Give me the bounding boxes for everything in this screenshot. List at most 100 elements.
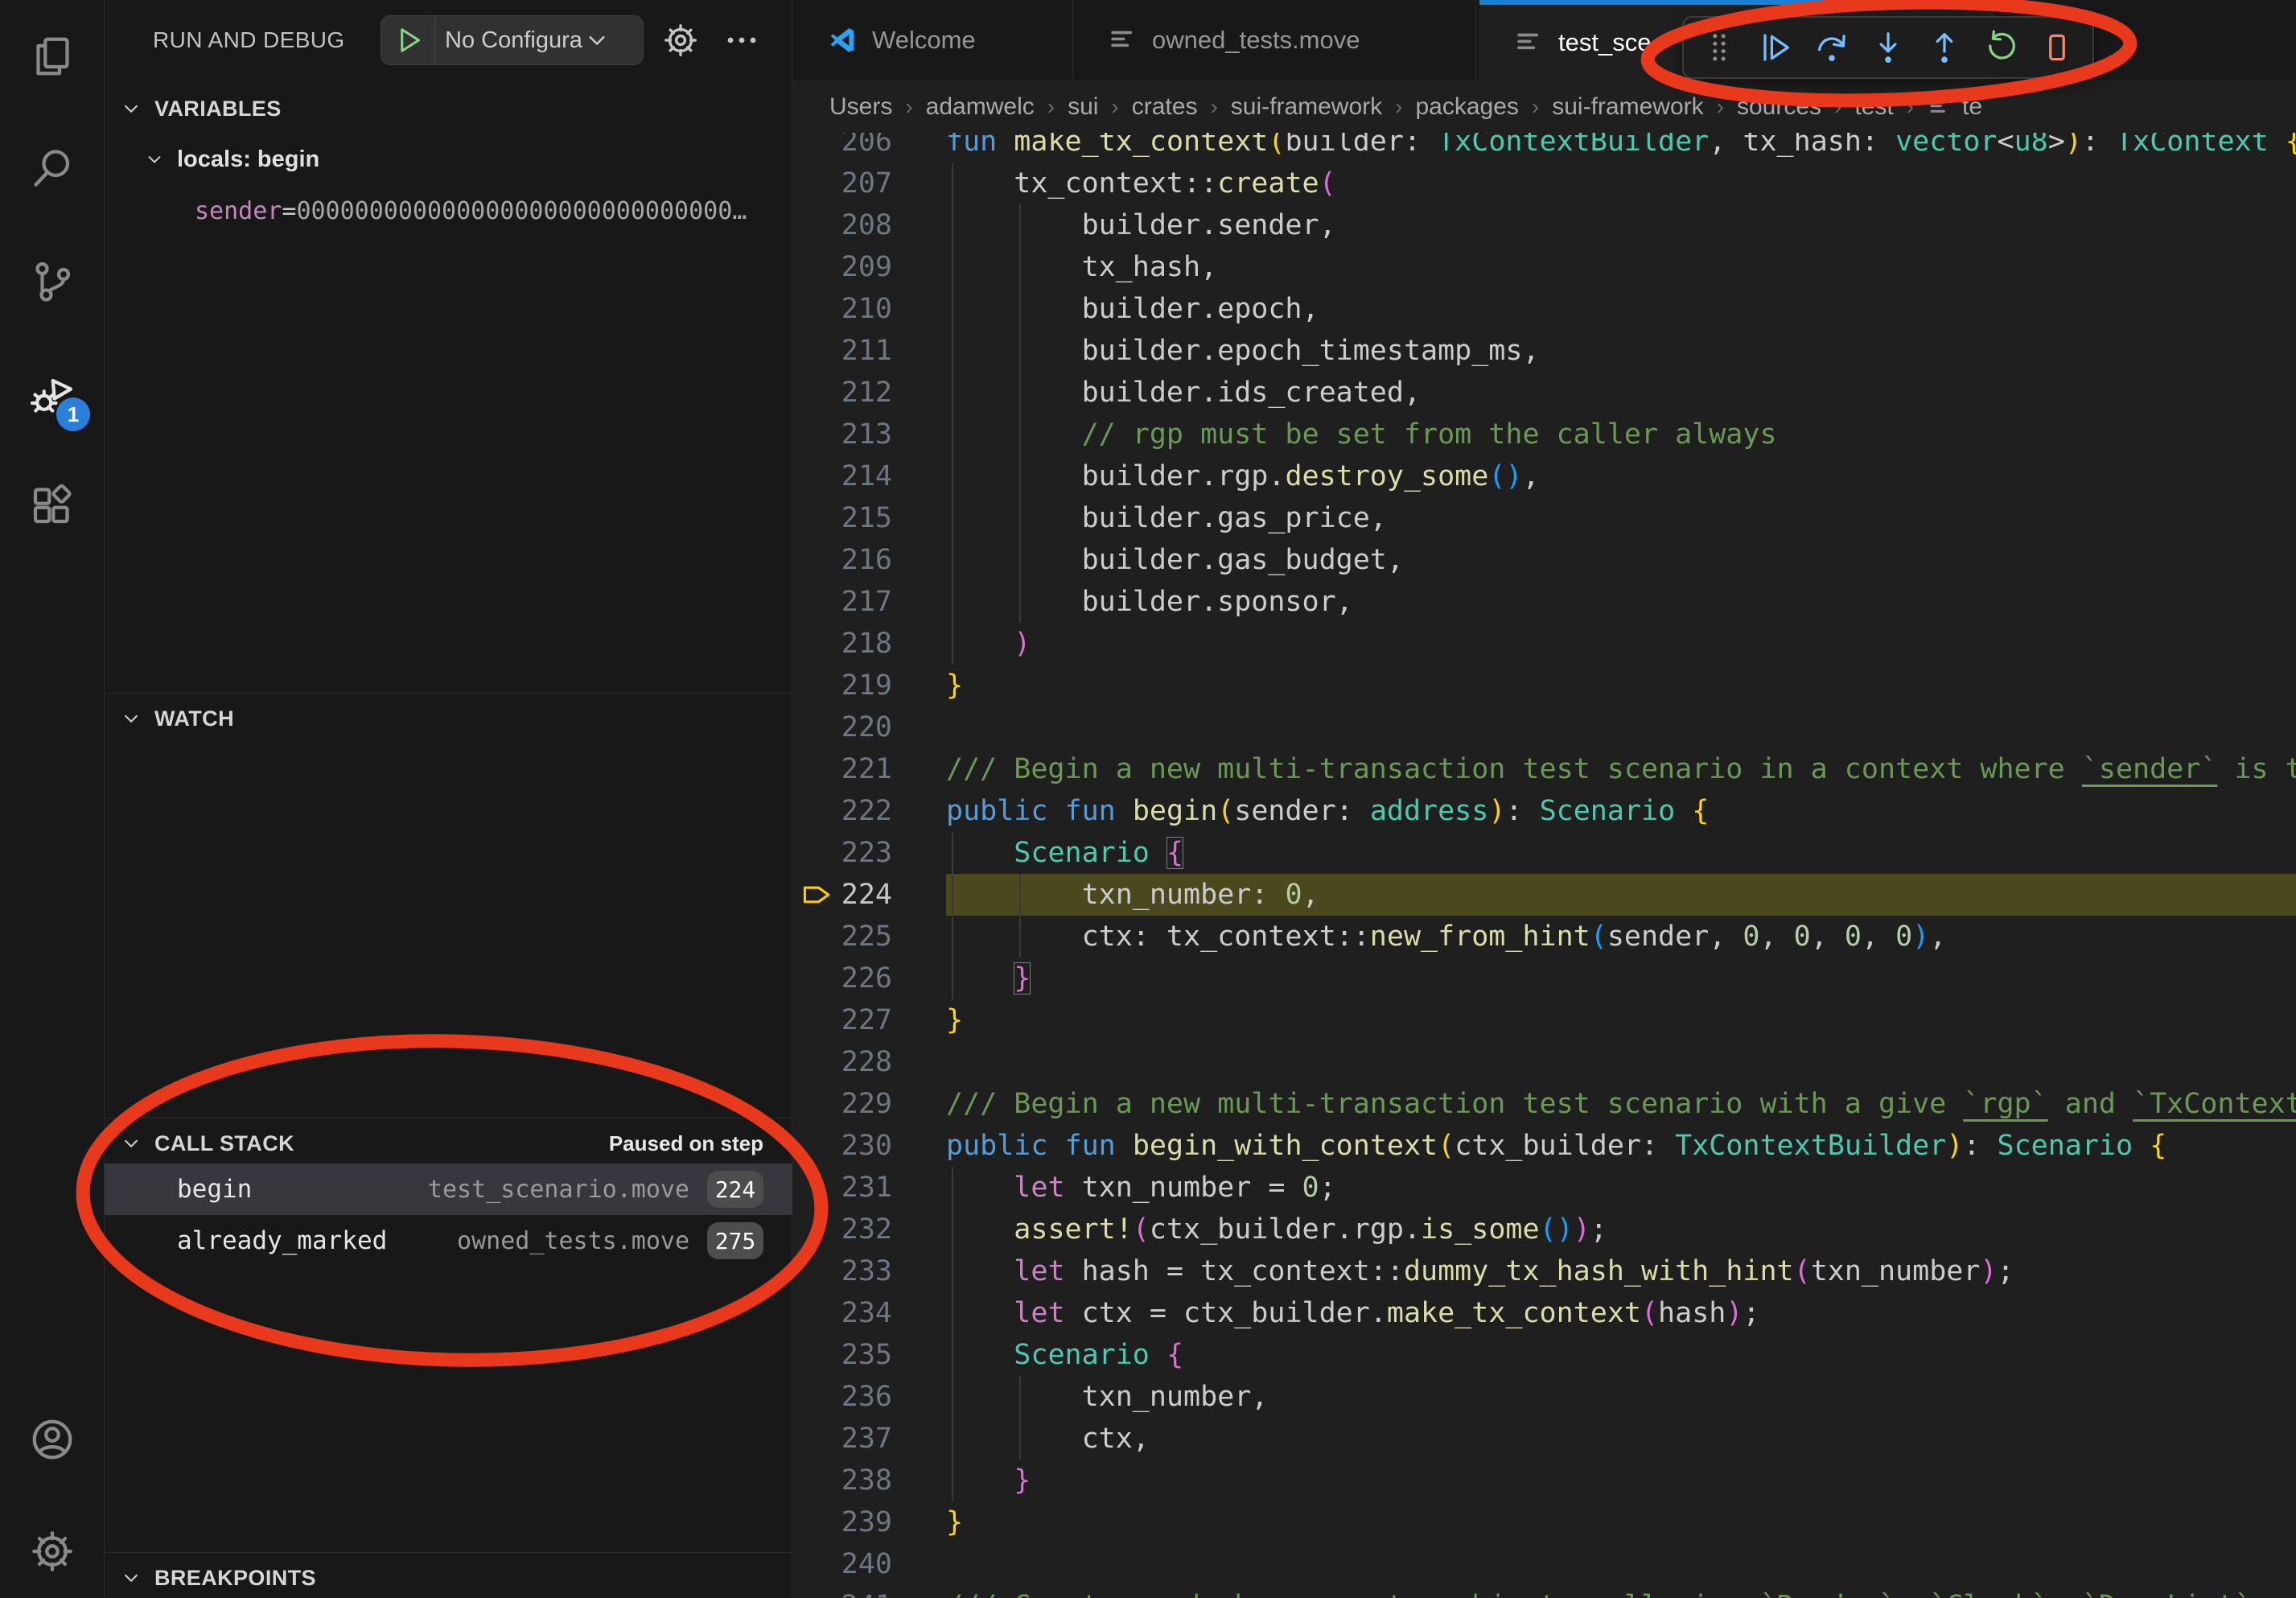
code-line[interactable]: 227} [793, 999, 2296, 1041]
code-line[interactable]: 220 [793, 706, 2296, 748]
breadcrumb-file-item[interactable]: te [1927, 93, 1982, 121]
start-debugging-icon[interactable] [391, 23, 426, 58]
code-line[interactable]: 212 builder.ids_created, [793, 372, 2296, 414]
code-line[interactable]: 225 ctx: tx_context::new_from_hint(sende… [793, 916, 2296, 958]
gutter[interactable]: 209 [793, 246, 946, 288]
code-line[interactable]: 214 builder.rgp.destroy_some(), [793, 455, 2296, 497]
gear-icon[interactable] [661, 21, 700, 60]
more-actions-icon[interactable] [722, 21, 761, 60]
step-into-button[interactable] [1867, 27, 1909, 68]
source-control-icon[interactable] [0, 233, 105, 330]
code-line[interactable]: 222public fun begin(sender: address): Sc… [793, 790, 2296, 832]
breadcrumb-item[interactable]: sui [1068, 93, 1098, 121]
breadcrumb-item[interactable]: test [1854, 93, 1893, 121]
settings-icon[interactable] [0, 1503, 105, 1598]
code-line[interactable]: 217 builder.sponsor, [793, 581, 2296, 623]
code-line[interactable]: 239} [793, 1501, 2296, 1543]
code-line[interactable]: 209 tx_hash, [793, 246, 2296, 288]
gutter[interactable]: 230 [793, 1125, 946, 1167]
account-icon[interactable] [0, 1391, 105, 1488]
code-line[interactable]: 213 // rgp must be set from the caller a… [793, 414, 2296, 455]
code-line[interactable]: 235 Scenario { [793, 1334, 2296, 1376]
code-line[interactable]: 226 } [793, 958, 2296, 999]
step-over-button[interactable] [1811, 27, 1853, 68]
continue-button[interactable] [1755, 27, 1796, 68]
extensions-icon[interactable] [0, 457, 105, 554]
gutter[interactable]: 233 [793, 1250, 946, 1292]
code-line[interactable]: 237 ctx, [793, 1418, 2296, 1460]
code-line[interactable]: 210 builder.epoch, [793, 288, 2296, 330]
breadcrumb-item[interactable]: sources [1737, 93, 1821, 121]
gutter[interactable]: 229 [793, 1083, 946, 1125]
code-line[interactable]: 208 builder.sender, [793, 204, 2296, 246]
variables-section-header[interactable]: VARIABLES [105, 84, 792, 133]
call-stack-frame[interactable]: already_markedowned_tests.move275 [105, 1215, 792, 1266]
gutter[interactable]: 220 [793, 706, 946, 748]
gutter[interactable]: 216 [793, 539, 946, 581]
code-line[interactable]: 223 Scenario { [793, 832, 2296, 874]
gutter[interactable]: 227 [793, 999, 946, 1041]
gutter[interactable]: 232 [793, 1209, 946, 1250]
gutter[interactable]: 214 [793, 455, 946, 497]
code-line[interactable]: 230public fun begin_with_context(ctx_bui… [793, 1125, 2296, 1167]
code-line[interactable]: 233 let hash = tx_context::dummy_tx_hash… [793, 1250, 2296, 1292]
code-line[interactable]: 231 let txn_number = 0; [793, 1167, 2296, 1209]
debug-config-dropdown[interactable]: No Configura [381, 15, 644, 65]
code-line[interactable]: 218 ) [793, 623, 2296, 665]
gutter[interactable]: 228 [793, 1041, 946, 1083]
gutter[interactable]: 238 [793, 1460, 946, 1501]
code-line[interactable]: 219} [793, 665, 2296, 706]
call-stack-section-header[interactable]: CALL STACK Paused on step [105, 1119, 792, 1168]
stop-button[interactable] [2036, 27, 2078, 68]
call-stack-frame[interactable]: begintest_scenario.move224 [105, 1163, 792, 1215]
gutter[interactable]: 210 [793, 288, 946, 330]
gutter[interactable]: 211 [793, 330, 946, 372]
gutter[interactable]: 208 [793, 204, 946, 246]
code-line[interactable]: 238 } [793, 1460, 2296, 1501]
gutter[interactable]: 225 [793, 916, 946, 958]
gutter[interactable]: 215 [793, 497, 946, 539]
code-line[interactable]: 228 [793, 1041, 2296, 1083]
gutter[interactable]: 240 [793, 1543, 946, 1585]
tab-welcome[interactable]: Welcome [793, 0, 1073, 80]
code-line[interactable]: 241/// Creates and shares system objects… [793, 1585, 2296, 1598]
gutter[interactable]: 224 [793, 874, 946, 916]
gutter[interactable]: 207 [793, 163, 946, 204]
code-line[interactable]: 211 builder.epoch_timestamp_ms, [793, 330, 2296, 372]
gutter[interactable]: 237 [793, 1418, 946, 1460]
gutter[interactable]: 235 [793, 1334, 946, 1376]
code-line[interactable]: 234 let ctx = ctx_builder.make_tx_contex… [793, 1292, 2296, 1334]
code-line[interactable]: 232 assert!(ctx_builder.rgp.is_some()); [793, 1209, 2296, 1250]
code-line[interactable]: 236 txn_number, [793, 1376, 2296, 1418]
tab-owned-tests-move[interactable]: owned_tests.move [1073, 0, 1476, 80]
explorer-icon[interactable] [0, 8, 105, 105]
breakpoints-section-header[interactable]: BREAKPOINTS [105, 1554, 792, 1598]
gutter[interactable]: 222 [793, 790, 946, 832]
code-line[interactable]: 215 builder.gas_price, [793, 497, 2296, 539]
toolbar-drag-grip-icon[interactable] [1698, 27, 1740, 68]
code-line[interactable]: 216 builder.gas_budget, [793, 539, 2296, 581]
gutter[interactable]: 231 [793, 1167, 946, 1209]
gutter[interactable]: 218 [793, 623, 946, 665]
gutter[interactable]: 221 [793, 748, 946, 790]
breadcrumb-item[interactable]: sui-framework [1231, 93, 1382, 121]
gutter[interactable]: 241 [793, 1585, 946, 1598]
code-line[interactable]: 221/// Begin a new multi-transaction tes… [793, 748, 2296, 790]
variables-scope-row[interactable]: locals: begin [105, 135, 792, 183]
variable-row[interactable]: sender = 000000000000000000000000000000… [105, 187, 792, 235]
run-and-debug-icon[interactable]: 1 [0, 346, 105, 443]
watch-section-header[interactable]: WATCH [105, 694, 792, 743]
code-line[interactable]: 240 [793, 1543, 2296, 1585]
gutter[interactable]: 223 [793, 832, 946, 874]
gutter[interactable]: 234 [793, 1292, 946, 1334]
breadcrumb-item[interactable]: sui-framework [1552, 93, 1703, 121]
breadcrumb-item[interactable]: crates [1132, 93, 1198, 121]
breadcrumb-item[interactable]: packages [1415, 93, 1518, 121]
breadcrumb-item[interactable]: adamwelc [926, 93, 1035, 121]
gutter[interactable]: 219 [793, 665, 946, 706]
search-icon[interactable] [0, 121, 105, 217]
code-line[interactable]: 207 tx_context::create( [793, 163, 2296, 204]
gutter[interactable]: 217 [793, 581, 946, 623]
gutter[interactable]: 239 [793, 1501, 946, 1543]
code-line[interactable]: 229/// Begin a new multi-transaction tes… [793, 1083, 2296, 1125]
